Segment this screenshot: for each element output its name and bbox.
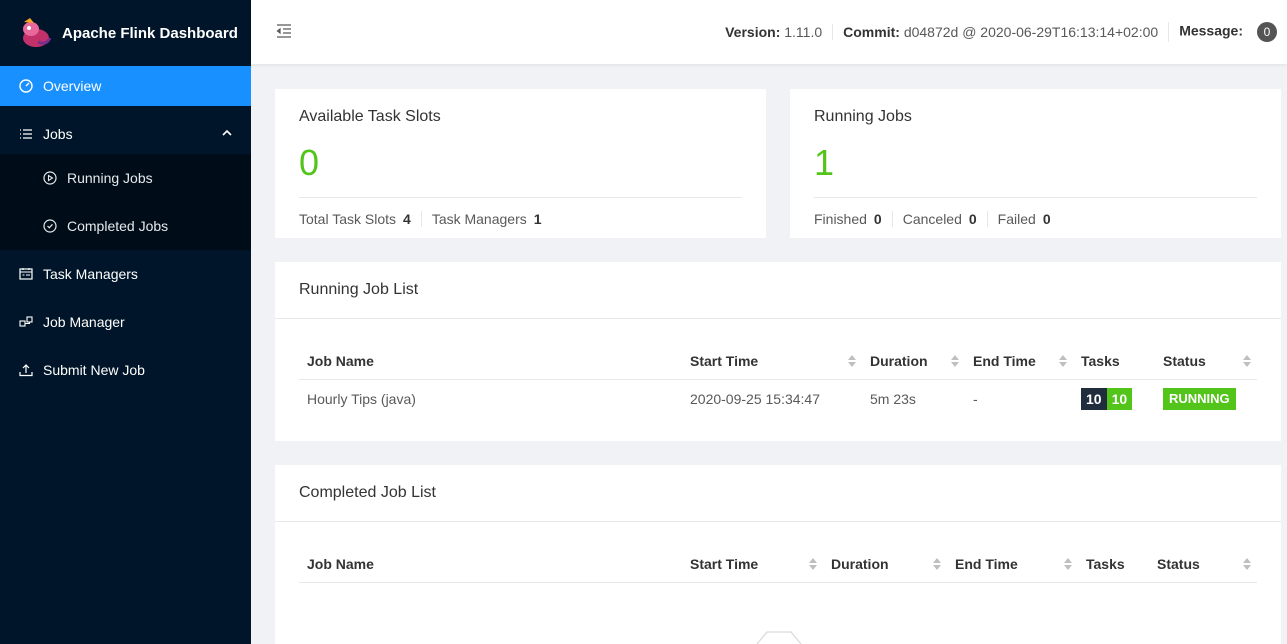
column-header-job-name[interactable]: Job Name xyxy=(299,343,682,380)
cluster-info: Version: 1.11.0 Commit: d04872d @ 2020-0… xyxy=(715,0,1287,64)
chevron-up-icon[interactable] xyxy=(222,129,232,140)
sort-icon[interactable] xyxy=(809,558,817,571)
finished-count: Finished 0 xyxy=(814,211,882,227)
end-time-cell: - xyxy=(973,391,978,407)
commit-info: Commit: d04872d @ 2020-06-29T16:13:14+02… xyxy=(832,24,1168,40)
sort-icon[interactable] xyxy=(848,355,856,368)
sort-icon[interactable] xyxy=(933,558,941,571)
table-row[interactable]: Hourly Tips (java) 2020-09-25 15:34:47 5… xyxy=(299,380,1257,419)
running-jobs-table: Job Name Start Time Duration End Time Ta… xyxy=(299,343,1257,418)
task-managers-count: Task Managers 1 xyxy=(420,211,552,227)
divider xyxy=(275,318,1281,319)
jobs-submenu: Running Jobs Completed Jobs xyxy=(0,154,251,250)
upload-icon xyxy=(19,363,33,377)
column-header-duration[interactable]: Duration xyxy=(823,546,947,583)
job-name-cell[interactable]: Hourly Tips (java) xyxy=(299,380,682,419)
completed-job-list-card: Completed Job List Job Name Start Time D… xyxy=(275,465,1281,644)
sidebar-item-label: Completed Jobs xyxy=(67,218,169,234)
available-slots-card: Available Task Slots 0 Total Task Slots 4… xyxy=(275,89,766,238)
divider xyxy=(814,197,1257,198)
play-circle-icon xyxy=(43,171,57,185)
message-count-badge[interactable]: 0 xyxy=(1257,22,1277,42)
running-jobs-value: 1 xyxy=(814,142,835,183)
table-header-row: Job Name Start Time Duration End Time Ta… xyxy=(299,546,1257,583)
column-header-end-time[interactable]: End Time xyxy=(965,343,1073,380)
start-time-cell: 2020-09-25 15:34:47 xyxy=(690,391,820,407)
column-header-job-name[interactable]: Job Name xyxy=(299,546,682,583)
sort-icon[interactable] xyxy=(951,355,959,368)
divider xyxy=(275,521,1281,522)
status-cell: RUNNING xyxy=(1155,380,1257,419)
sidebar-item-label: Running Jobs xyxy=(67,170,153,186)
duration-cell: 5m 23s xyxy=(870,391,916,407)
status-badge: RUNNING xyxy=(1163,388,1236,410)
total-slots: Total Task Slots 4 xyxy=(299,211,411,227)
running-job-list-card: Running Job List Job Name Start Time Dur… xyxy=(275,262,1281,441)
card-title: Available Task Slots xyxy=(299,108,441,125)
sidebar-item-label: Task Managers xyxy=(43,266,138,282)
table-header-row: Job Name Start Time Duration End Time Ta… xyxy=(299,343,1257,380)
available-slots-value: 0 xyxy=(299,142,320,183)
column-header-duration[interactable]: Duration xyxy=(862,343,965,380)
completed-jobs-table: Job Name Start Time Duration End Time Ta… xyxy=(299,546,1257,583)
sidebar-item-job-manager[interactable]: Job Manager xyxy=(0,302,251,342)
sidebar-item-jobs[interactable]: Jobs xyxy=(0,114,251,154)
sidebar-item-completed-jobs[interactable]: Completed Jobs xyxy=(0,206,251,250)
sort-icon[interactable] xyxy=(1059,355,1067,368)
app-title: Apache Flink Dashboard xyxy=(62,24,238,42)
message-info[interactable]: Message: 0 xyxy=(1168,22,1287,42)
canceled-count: Canceled 0 xyxy=(891,211,987,227)
sidebar-item-submit-job[interactable]: Submit New Job xyxy=(0,350,251,390)
column-header-status[interactable]: Status xyxy=(1149,546,1257,583)
menu-fold-icon[interactable] xyxy=(276,23,292,39)
check-circle-icon xyxy=(43,219,57,233)
sidebar-item-label: Job Manager xyxy=(43,314,125,330)
sort-icon[interactable] xyxy=(1243,355,1251,368)
brand[interactable]: Apache Flink Dashboard xyxy=(0,0,251,66)
running-jobs-card: Running Jobs 1 Finished 0 Canceled 0 Faile… xyxy=(790,89,1281,238)
divider xyxy=(299,197,742,198)
card-title: Running Jobs xyxy=(814,108,912,125)
sidebar-item-label: Submit New Job xyxy=(43,362,145,378)
sidebar: Apache Flink Dashboard Overview Jobs Run… xyxy=(0,0,251,644)
tasks-running-badge: 10 xyxy=(1106,388,1133,410)
tasks-cell: 10 10 xyxy=(1073,380,1155,419)
sidebar-item-label: Overview xyxy=(43,78,102,94)
column-header-status[interactable]: Status xyxy=(1155,343,1257,380)
empty-state-icon xyxy=(756,631,802,644)
version-info: Version: 1.11.0 xyxy=(725,24,823,40)
column-header-end-time[interactable]: End Time xyxy=(947,546,1078,583)
dashboard-icon xyxy=(19,79,33,93)
jobs-footer: Finished 0 Canceled 0 Failed 0 xyxy=(814,211,1061,227)
column-header-start-time[interactable]: Start Time xyxy=(682,546,823,583)
sidebar-item-label: Jobs xyxy=(43,126,73,142)
tasks-total-badge: 10 xyxy=(1081,388,1107,410)
schedule-icon xyxy=(19,267,33,281)
sort-icon[interactable] xyxy=(1243,558,1251,571)
column-header-tasks[interactable]: Tasks xyxy=(1078,546,1149,583)
main-content: Version: 1.11.0 Commit: d04872d @ 2020-0… xyxy=(251,0,1287,644)
card-title: Running Job List xyxy=(299,281,419,298)
sidebar-item-running-jobs[interactable]: Running Jobs xyxy=(0,158,251,198)
top-header: Version: 1.11.0 Commit: d04872d @ 2020-0… xyxy=(251,0,1287,64)
cluster-icon xyxy=(19,315,33,329)
sidebar-item-overview[interactable]: Overview xyxy=(0,66,251,106)
column-header-tasks[interactable]: Tasks xyxy=(1073,343,1155,380)
card-title: Completed Job List xyxy=(299,484,436,501)
failed-count: Failed 0 xyxy=(986,211,1061,227)
sidebar-item-task-managers[interactable]: Task Managers xyxy=(0,254,251,294)
slots-footer: Total Task Slots 4 Task Managers 1 xyxy=(299,211,552,227)
column-header-start-time[interactable]: Start Time xyxy=(682,343,862,380)
sort-icon[interactable] xyxy=(1064,558,1072,571)
list-icon xyxy=(19,127,33,141)
flink-logo-icon xyxy=(23,18,52,47)
